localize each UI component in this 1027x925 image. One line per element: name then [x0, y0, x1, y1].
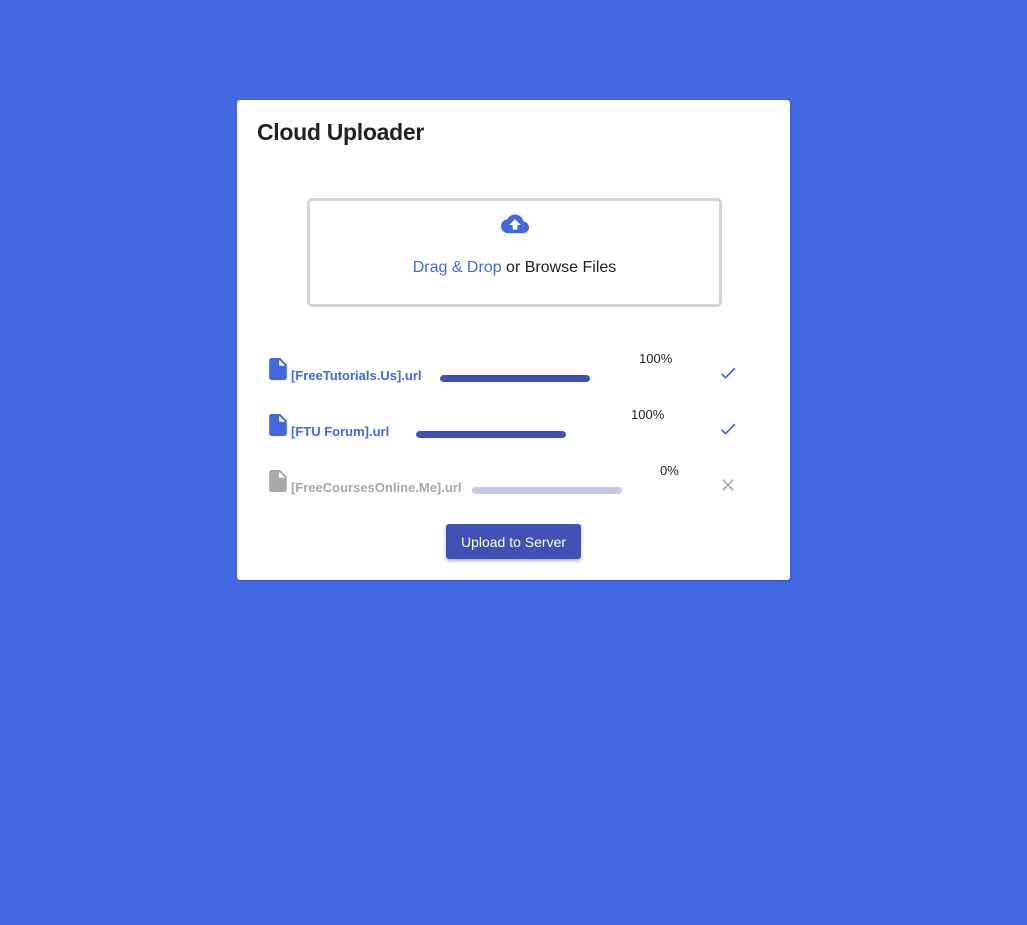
- file-icon: [269, 470, 287, 492]
- check-icon: [720, 423, 736, 435]
- progress-bar: [472, 487, 622, 494]
- file-row: [FTU Forum].url 100%: [269, 407, 749, 454]
- browse-files-text[interactable]: or Browse Files: [502, 259, 616, 276]
- file-name: [FreeTutorials.Us].url: [291, 368, 422, 383]
- file-dropzone[interactable]: Drag & Drop or Browse Files: [307, 198, 722, 307]
- file-row: [FreeCoursesOnline.Me].url 0%: [269, 463, 749, 510]
- progress-bar: [416, 431, 566, 438]
- progress-percent: 100%: [631, 407, 665, 422]
- progress-fill: [416, 431, 566, 438]
- upload-to-server-button[interactable]: Upload to Server: [446, 524, 581, 559]
- dropzone-text: Drag & Drop or Browse Files: [310, 259, 719, 277]
- file-icon: [269, 414, 287, 436]
- progress-percent: 100%: [639, 351, 673, 366]
- progress-percent: 0%: [660, 463, 679, 478]
- progress-bar: [440, 375, 590, 382]
- progress-fill: [440, 375, 590, 382]
- file-icon: [269, 358, 287, 380]
- cloud-upload-icon: [501, 214, 529, 234]
- close-icon[interactable]: [718, 475, 738, 495]
- page-title: Cloud Uploader: [257, 119, 425, 145]
- uploader-card: Cloud Uploader Drag & Drop or Browse Fil…: [237, 100, 790, 580]
- drag-drop-link[interactable]: Drag & Drop: [413, 259, 502, 276]
- file-name: [FTU Forum].url: [291, 424, 390, 439]
- file-row: [FreeTutorials.Us].url 100%: [269, 351, 749, 398]
- file-name: [FreeCoursesOnline.Me].url: [291, 480, 462, 495]
- check-icon: [720, 367, 736, 379]
